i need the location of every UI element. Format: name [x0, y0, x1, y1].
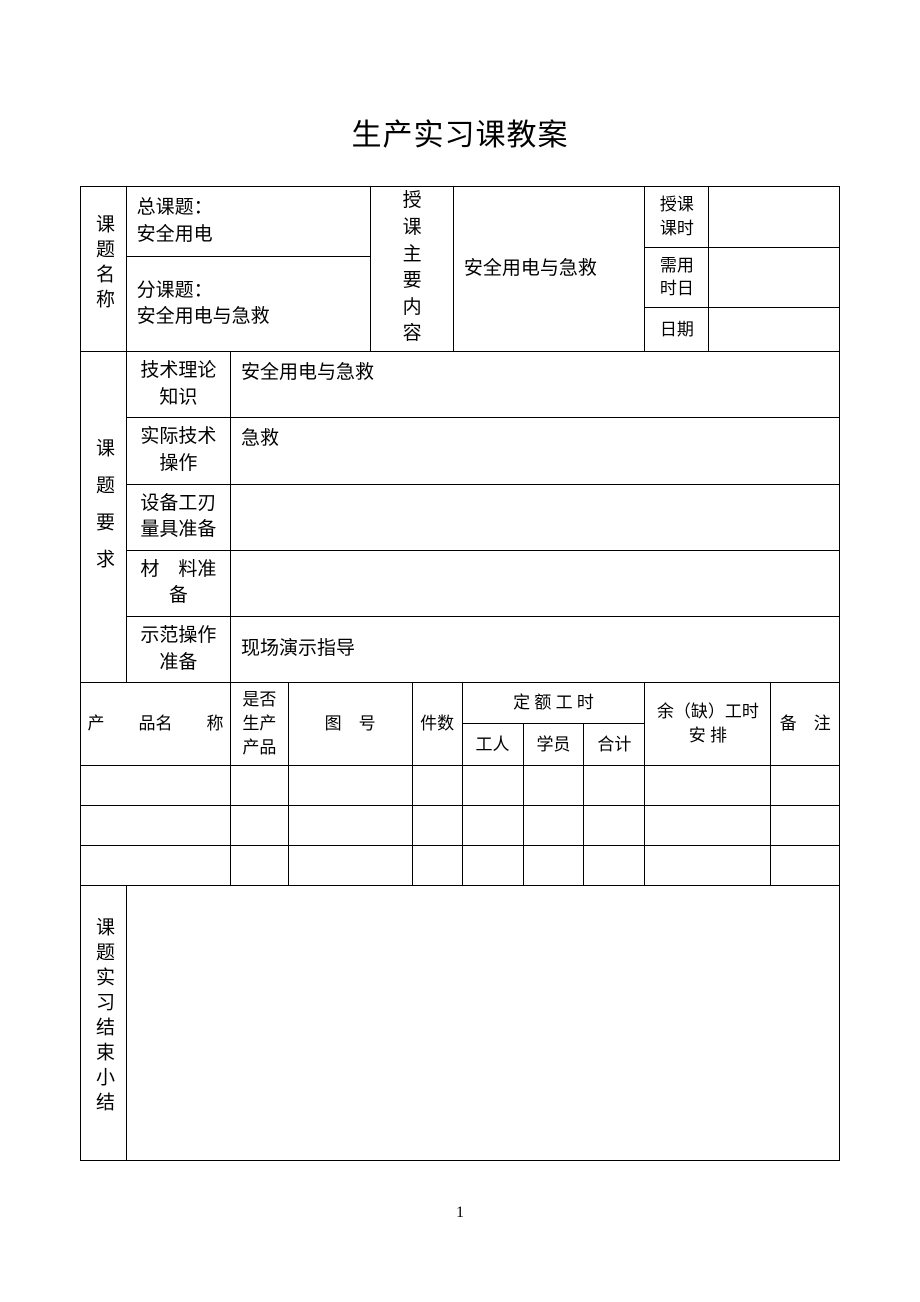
summary-content	[126, 885, 839, 1160]
teaching-content-value: 安全用电与急救	[453, 187, 644, 352]
header-quantity: 件数	[412, 683, 462, 765]
header-worker: 工人	[462, 724, 523, 765]
label-material-prep: 材 料准 备	[126, 550, 230, 616]
header-product-name: 产 品名 称	[81, 683, 231, 765]
demo-prep-value: 现场演示指导	[231, 616, 840, 682]
class-hours-value	[709, 187, 840, 248]
label-date: 日期	[645, 308, 709, 352]
label-teaching-content: 授 课 主 要 内 容	[371, 187, 454, 352]
page-number: 1	[0, 1204, 920, 1222]
table-row	[81, 845, 840, 885]
header-quota-hours: 定 额 工 时	[462, 683, 645, 724]
page-title: 生产实习课教案	[80, 110, 840, 154]
sub-topic-value: 安全用电与急救	[137, 304, 361, 331]
label-theory-knowledge: 技术理论知识	[126, 352, 230, 418]
label-summary: 课题实习结束小结	[81, 885, 127, 1160]
label-days-needed: 需用时日	[645, 247, 709, 308]
equipment-prep-value	[231, 484, 840, 550]
table-row	[81, 765, 840, 805]
cell-main-topic: 总课题： 安全用电	[126, 187, 371, 257]
header-trainee: 学员	[523, 724, 584, 765]
cell-sub-topic: 分课题： 安全用电与急救	[126, 257, 371, 352]
header-remark: 备 注	[771, 683, 840, 765]
label-demo-prep: 示范操作准备	[126, 616, 230, 682]
header-total: 合计	[584, 724, 645, 765]
label-topic-name: 课题名称	[81, 187, 127, 352]
label-class-hours: 授课课时	[645, 187, 709, 248]
header-is-production-product: 是否生产产品	[231, 683, 289, 765]
main-topic-value: 安全用电	[137, 222, 361, 249]
table-row	[81, 805, 840, 845]
days-needed-value	[709, 247, 840, 308]
header-drawing-number: 图 号	[288, 683, 412, 765]
label-topic-requirements: 课题要求	[81, 352, 127, 683]
lesson-plan-table: 课题名称 总课题： 安全用电 授 课 主 要 内 容 安全用电与急救 授课课时 …	[80, 186, 840, 1161]
label-practical-operation: 实际技术操作	[126, 418, 230, 484]
practical-operation-value: 急救	[231, 418, 840, 484]
theory-knowledge-value: 安全用电与急救	[231, 352, 840, 418]
header-surplus-arrange: 余（缺）工时 安 排	[645, 683, 771, 765]
sub-topic-label: 分课题：	[137, 278, 361, 305]
main-topic-label: 总课题：	[137, 195, 361, 222]
material-prep-value	[231, 550, 840, 616]
date-value	[709, 308, 840, 352]
label-equipment-prep: 设备工刃量具准备	[126, 484, 230, 550]
